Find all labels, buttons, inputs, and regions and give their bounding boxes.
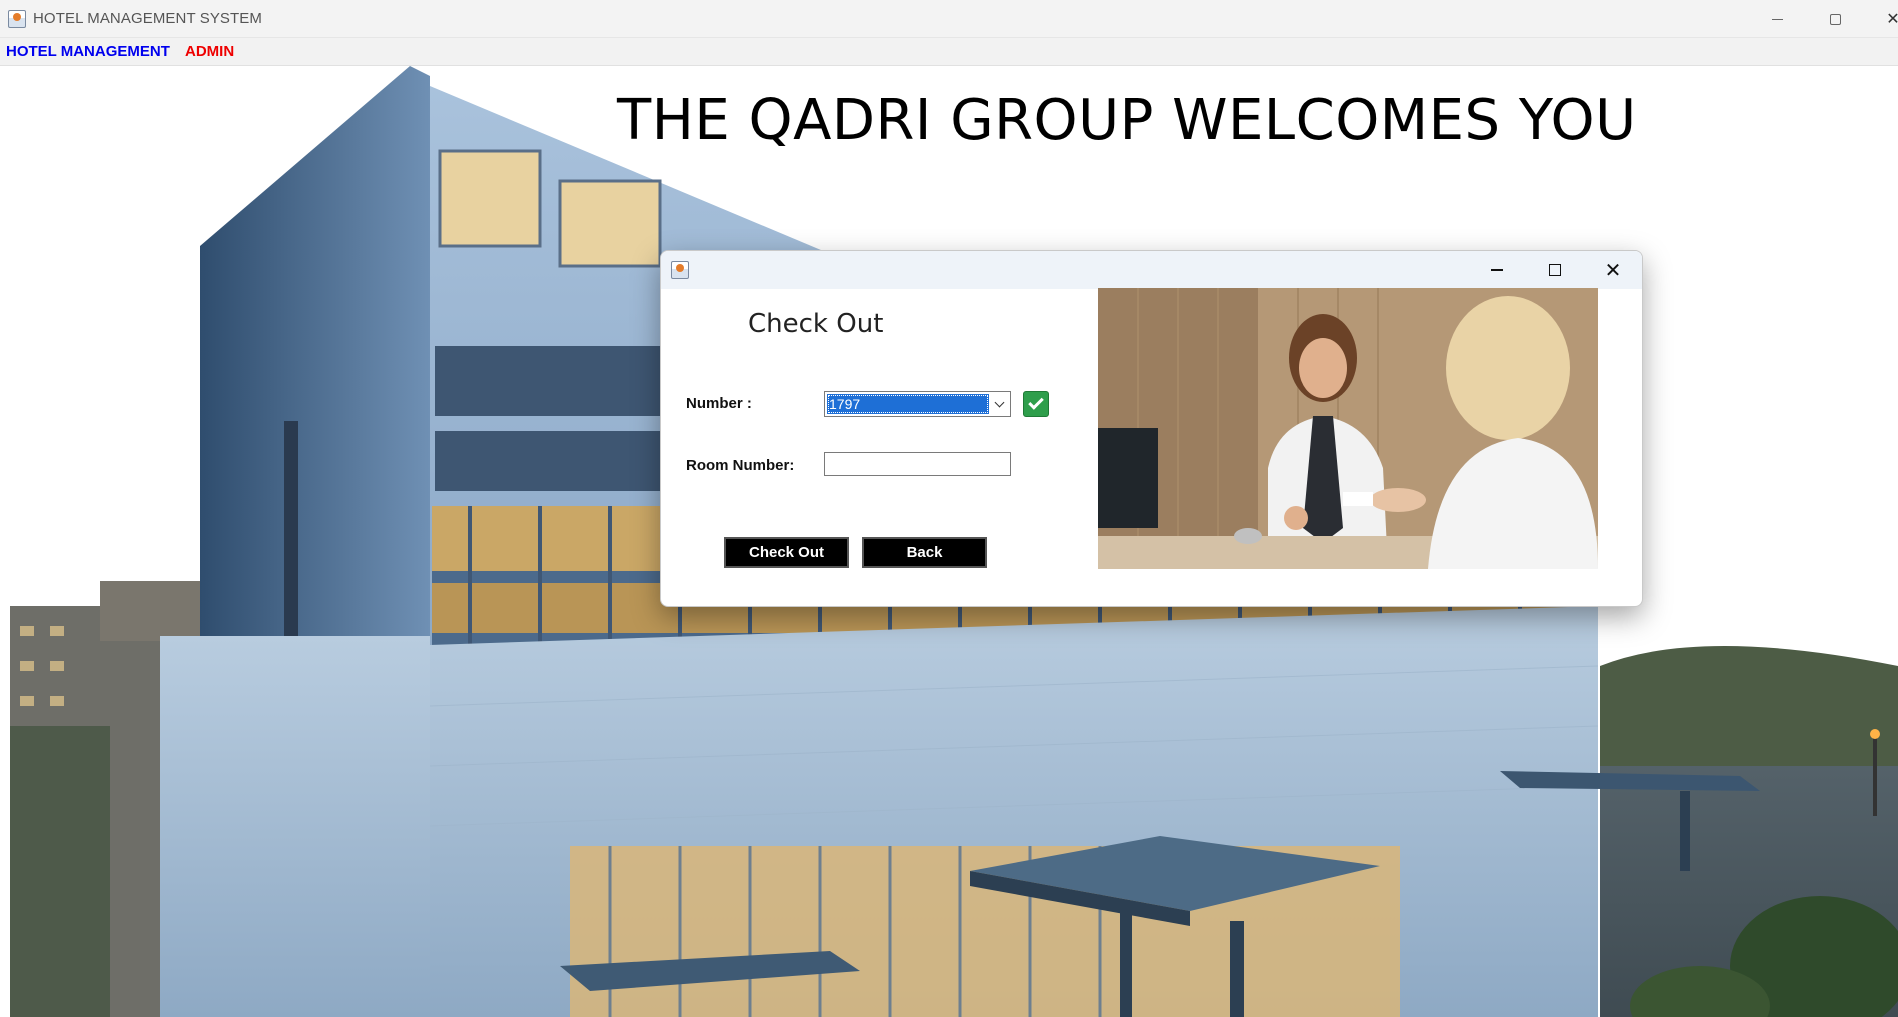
dialog-minimize-button[interactable] — [1469, 255, 1525, 285]
checkout-dialog: ✕ Check Out Number : 1797 Room Number: C… — [660, 250, 1643, 607]
room-number-field[interactable] — [824, 452, 1011, 476]
minimize-icon — [1771, 18, 1783, 20]
minimize-button[interactable] — [1748, 4, 1806, 34]
room-number-label: Room Number: — [686, 457, 795, 474]
minimize-icon — [1491, 269, 1503, 271]
close-icon: ✕ — [1604, 259, 1622, 282]
java-app-icon — [671, 261, 689, 279]
maximize-icon — [1829, 13, 1841, 25]
close-button[interactable]: ✕ — [1864, 4, 1898, 34]
menu-hotel-management[interactable]: HOTEL MANAGEMENT — [6, 43, 170, 60]
chevron-down-icon[interactable] — [992, 395, 1006, 413]
maximize-icon — [1549, 264, 1561, 276]
window-title: HOTEL MANAGEMENT SYSTEM — [33, 10, 262, 27]
window-titlebar: HOTEL MANAGEMENT SYSTEM ✕ — [0, 0, 1898, 38]
welcome-banner: THE QADRI GROUP WELCOMES YOU — [617, 88, 1637, 153]
java-app-icon — [8, 10, 26, 28]
dialog-maximize-button[interactable] — [1527, 255, 1583, 285]
check-button[interactable] — [1023, 391, 1049, 417]
check-icon — [1028, 394, 1044, 410]
reception-illustration — [1098, 288, 1598, 569]
menu-bar: HOTEL MANAGEMENT ADMIN — [0, 38, 1898, 66]
number-combobox[interactable]: 1797 — [824, 391, 1011, 417]
number-selected-value: 1797 — [827, 394, 989, 414]
number-label: Number : — [686, 395, 752, 412]
dialog-close-button[interactable]: ✕ — [1585, 255, 1641, 285]
menu-admin[interactable]: ADMIN — [185, 43, 234, 60]
maximize-button[interactable] — [1806, 4, 1864, 34]
back-button[interactable]: Back — [862, 537, 987, 568]
dialog-heading: Check Out — [748, 309, 884, 339]
dialog-titlebar: ✕ — [661, 251, 1642, 289]
close-icon: ✕ — [1886, 11, 1898, 28]
reception-photo — [1098, 288, 1598, 569]
check-out-button[interactable]: Check Out — [724, 537, 849, 568]
